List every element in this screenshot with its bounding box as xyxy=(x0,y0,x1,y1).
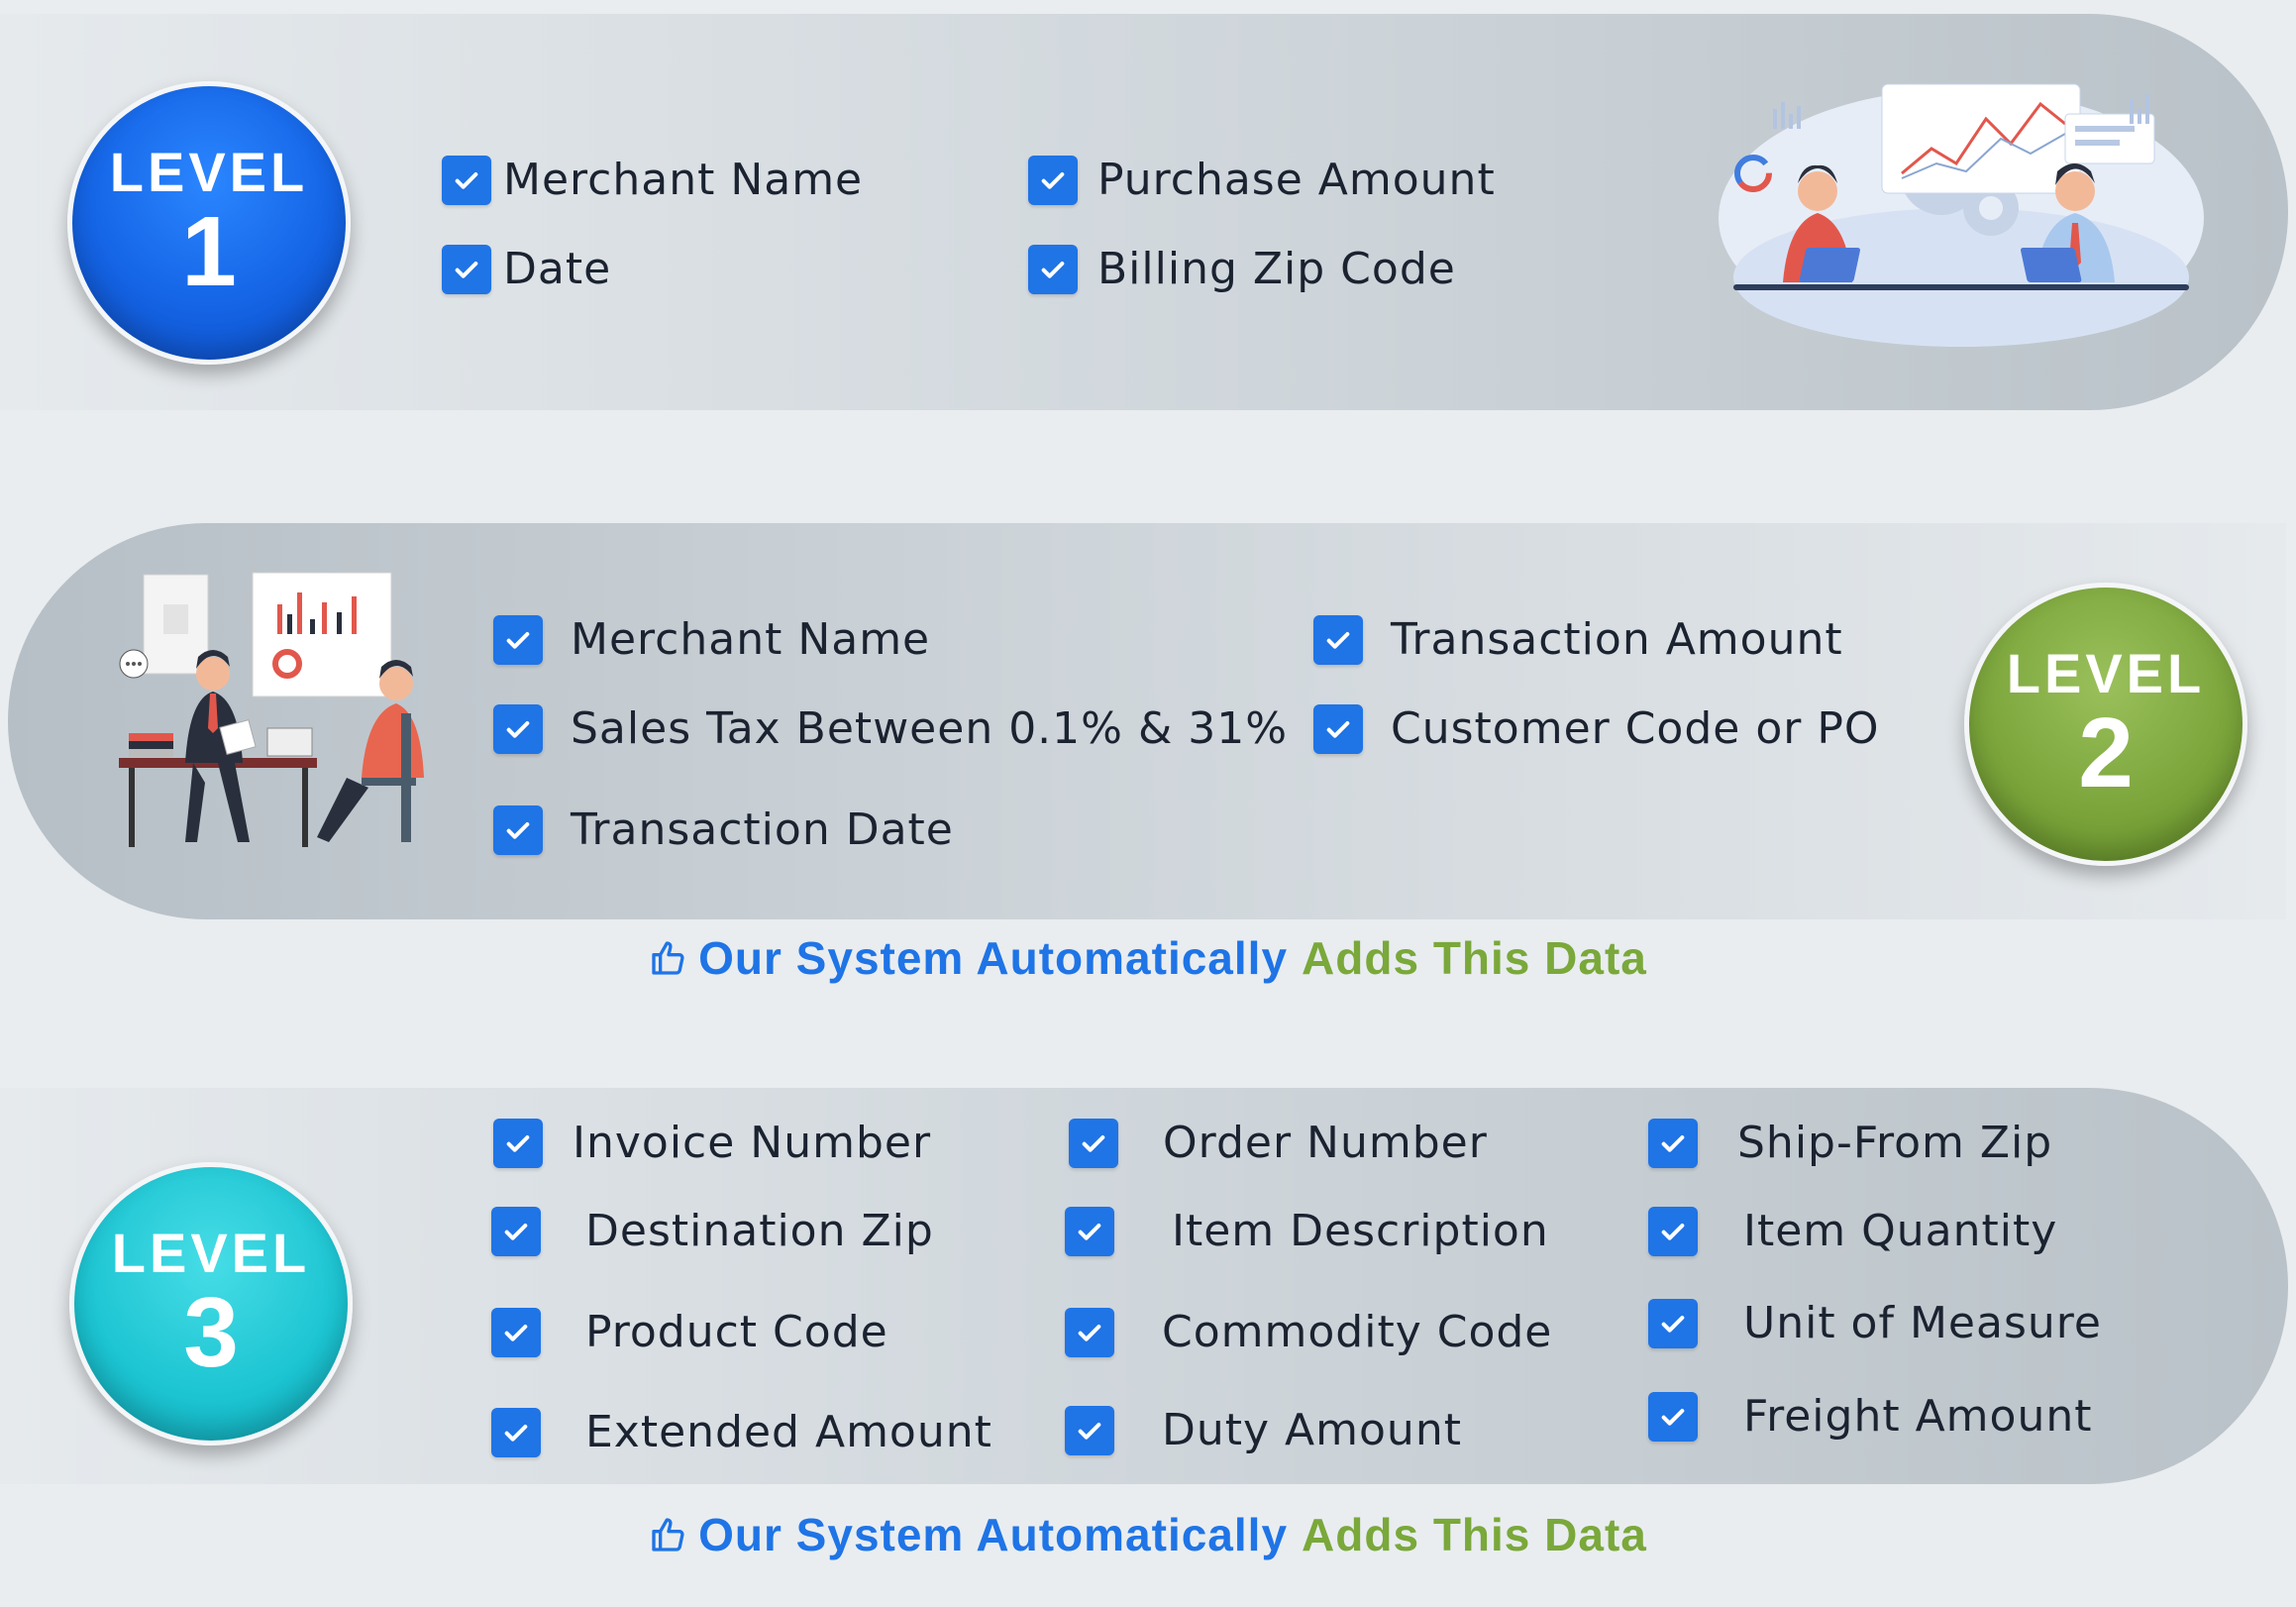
level-2-badge-word: LEVEL xyxy=(2006,642,2206,704)
level-2-tagline: Our System Automatically Adds This Data xyxy=(0,931,2296,985)
level-1-item-purchase-amount: Purchase Amount xyxy=(1028,155,1496,205)
checkbox-icon xyxy=(493,703,543,754)
level-2-badge: LEVEL 2 xyxy=(1964,583,2247,866)
level-2-item-sales-tax: Sales Tax Between 0.1% & 31% xyxy=(493,703,1288,754)
level-3-item-invoice-number: Invoice Number xyxy=(493,1118,931,1168)
checkbox-icon xyxy=(442,155,491,205)
level-3-item-label: Duty Amount xyxy=(1162,1405,1462,1455)
level-3-item-label: Extended Amount xyxy=(585,1407,992,1457)
level-1-item-billing-zip: Billing Zip Code xyxy=(1028,244,1456,294)
level-3-item-freight-amount: Freight Amount xyxy=(1648,1391,2093,1442)
level-3-badge: LEVEL 3 xyxy=(69,1162,353,1446)
analytics-team-illustration xyxy=(1719,83,2204,347)
level-2-item-label: Transaction Amount xyxy=(1391,614,1843,665)
level-2-item-customer-code: Customer Code or PO xyxy=(1313,703,1880,754)
checkbox-icon xyxy=(1648,1118,1698,1168)
level-3-item-label: Order Number xyxy=(1163,1118,1488,1168)
office-meeting-illustration xyxy=(119,572,424,847)
level-3-item-label: Invoice Number xyxy=(573,1118,932,1168)
level-1-badge: LEVEL 1 xyxy=(67,81,351,365)
tagline-green-text: Adds This Data xyxy=(1302,932,1647,984)
level-3-item-label: Commodity Code xyxy=(1162,1307,1553,1357)
checkbox-icon xyxy=(1028,244,1078,294)
level-3-badge-word: LEVEL xyxy=(111,1222,311,1284)
thumbs-up-icon xyxy=(652,1518,684,1552)
level-3-badge-number: 3 xyxy=(183,1277,239,1388)
level-1-badge-word: LEVEL xyxy=(109,141,309,203)
checkbox-icon xyxy=(491,1407,541,1457)
level-1-badge-number: 1 xyxy=(181,196,237,307)
level-2-item-transaction-amount: Transaction Amount xyxy=(1313,614,1843,665)
checkbox-icon xyxy=(1065,1206,1114,1256)
level-2-item-transaction-date: Transaction Date xyxy=(493,804,954,855)
level-1-item-label: Date xyxy=(503,244,612,294)
thumbs-up-icon xyxy=(652,941,684,975)
level-1-item-label: Purchase Amount xyxy=(1097,155,1496,205)
level-3-item-extended-amount: Extended Amount xyxy=(491,1407,992,1457)
level-2-item-merchant-name: Merchant Name xyxy=(493,614,930,665)
level-2-item-label: Customer Code or PO xyxy=(1391,703,1880,754)
level-3-tagline: Our System Automatically Adds This Data xyxy=(0,1508,2296,1561)
level-3-item-destination-zip: Destination Zip xyxy=(491,1206,934,1256)
level-3-item-duty-amount: Duty Amount xyxy=(1065,1405,1462,1455)
level-2-badge-number: 2 xyxy=(2078,697,2134,808)
checkbox-icon xyxy=(491,1206,541,1256)
level-3-item-item-description: Item Description xyxy=(1065,1206,1549,1256)
level-1-item-label: Billing Zip Code xyxy=(1097,244,1456,294)
level-3-item-label: Product Code xyxy=(585,1307,888,1357)
checkbox-icon xyxy=(1313,614,1363,665)
level-3-item-product-code: Product Code xyxy=(491,1307,888,1357)
level-3-item-label: Unit of Measure xyxy=(1743,1298,2102,1348)
level-3-item-order-number: Order Number xyxy=(1069,1118,1488,1168)
level-3-item-commodity-code: Commodity Code xyxy=(1065,1307,1552,1357)
checkbox-icon xyxy=(493,614,543,665)
checkbox-icon xyxy=(1065,1405,1114,1455)
checkbox-icon xyxy=(1028,155,1078,205)
level-3-item-item-quantity: Item Quantity xyxy=(1648,1206,2057,1256)
level-3-item-unit-of-measure: Unit of Measure xyxy=(1648,1298,2102,1348)
level-3-item-label: Item Description xyxy=(1172,1206,1549,1256)
level-1-item-date: Date xyxy=(442,244,611,294)
checkbox-icon xyxy=(491,1307,541,1357)
tagline-green-text: Adds This Data xyxy=(1302,1509,1647,1560)
level-2-item-label: Sales Tax Between 0.1% & 31% xyxy=(571,703,1289,754)
level-3-item-label: Ship-From Zip xyxy=(1737,1118,2053,1168)
level-3-item-ship-from-zip: Ship-From Zip xyxy=(1648,1118,2052,1168)
level-1-item-label: Merchant Name xyxy=(503,155,864,205)
level-3-item-label: Destination Zip xyxy=(585,1206,934,1256)
level-1-item-merchant-name: Merchant Name xyxy=(442,155,863,205)
checkbox-icon xyxy=(1648,1298,1698,1348)
tagline-blue-text: Our System Automatically xyxy=(698,1509,1289,1560)
checkbox-icon xyxy=(493,804,543,855)
checkbox-icon xyxy=(442,244,491,294)
level-3-item-label: Freight Amount xyxy=(1743,1391,2093,1442)
level-3-item-label: Item Quantity xyxy=(1743,1206,2058,1256)
level-2-item-label: Merchant Name xyxy=(571,614,931,665)
checkbox-icon xyxy=(493,1118,543,1168)
tagline-blue-text: Our System Automatically xyxy=(698,932,1289,984)
checkbox-icon xyxy=(1648,1391,1698,1442)
checkbox-icon xyxy=(1648,1206,1698,1256)
checkbox-icon xyxy=(1313,703,1363,754)
checkbox-icon xyxy=(1065,1307,1114,1357)
checkbox-icon xyxy=(1069,1118,1118,1168)
level-2-item-label: Transaction Date xyxy=(571,804,954,855)
